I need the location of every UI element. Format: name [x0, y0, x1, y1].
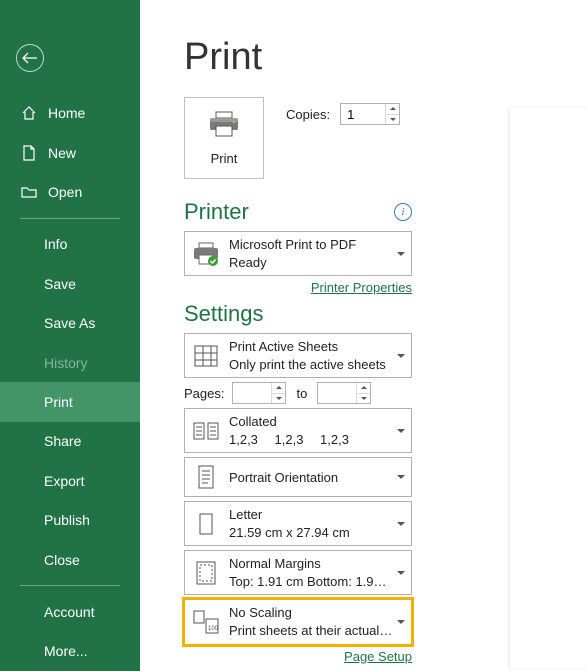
printer-device-icon	[191, 239, 221, 269]
sidebar-item-label: Save As	[44, 315, 95, 331]
chevron-down-icon	[397, 475, 405, 479]
scaling-sub: Print sheets at their actual size	[229, 622, 393, 640]
main-content: Print Print Copies: Printer i	[140, 0, 586, 671]
page-setup-link[interactable]: Page Setup	[344, 649, 412, 664]
page-icon	[191, 509, 221, 539]
sidebar-item-more[interactable]: More...	[0, 632, 140, 671]
chevron-down-icon	[397, 252, 405, 256]
print-what-sub: Only print the active sheets	[229, 356, 393, 374]
sidebar-item-label: History	[44, 355, 88, 371]
chevron-down-icon	[397, 620, 405, 624]
chevron-down-icon	[397, 429, 405, 433]
paper-title: Letter	[229, 506, 393, 524]
sidebar-item-print[interactable]: Print	[0, 382, 140, 421]
margins-sub: Top: 1.91 cm Bottom: 1.91 c...	[229, 573, 393, 591]
sidebar-item-history: History	[0, 343, 140, 382]
margins-title: Normal Margins	[229, 555, 393, 573]
sidebar-item-label: Account	[44, 604, 95, 620]
sidebar-item-label: Open	[48, 184, 82, 200]
chevron-down-icon	[397, 354, 405, 358]
printer-dropdown[interactable]: Microsoft Print to PDF Ready	[184, 231, 412, 276]
pages-to-input[interactable]	[318, 383, 356, 403]
scaling-dropdown[interactable]: 100 No Scaling Print sheets at their act…	[184, 599, 412, 644]
pages-from-down[interactable]	[272, 394, 285, 404]
open-icon	[20, 185, 38, 199]
paper-sub: 21.59 cm x 27.94 cm	[229, 524, 393, 542]
page-title: Print	[184, 36, 586, 79]
home-icon	[20, 105, 38, 121]
pages-to-up[interactable]	[357, 383, 370, 394]
printer-section-header: Printer	[184, 199, 249, 225]
printer-icon	[207, 110, 241, 143]
sidebar-item-label: Close	[44, 552, 80, 568]
orientation-dropdown[interactable]: Portrait Orientation	[184, 457, 412, 497]
print-what-title: Print Active Sheets	[229, 338, 393, 356]
orientation-title: Portrait Orientation	[229, 469, 393, 487]
sidebar-item-open[interactable]: Open	[0, 172, 140, 211]
sidebar-item-label: Publish	[44, 512, 90, 528]
collate-sub: 1,2,3 1,2,3 1,2,3	[229, 431, 393, 449]
sidebar-item-account[interactable]: Account	[0, 592, 140, 631]
pages-to-down[interactable]	[357, 394, 370, 404]
pages-from-input[interactable]	[233, 383, 271, 403]
sidebar-item-label: Share	[44, 433, 81, 449]
sidebar-item-export[interactable]: Export	[0, 461, 140, 500]
margins-icon	[191, 558, 221, 588]
sheets-icon	[191, 341, 221, 371]
sidebar-item-label: Home	[48, 105, 85, 121]
paper-size-dropdown[interactable]: Letter 21.59 cm x 27.94 cm	[184, 501, 412, 546]
scaling-icon: 100	[191, 607, 221, 637]
chevron-down-icon	[397, 522, 405, 526]
back-button[interactable]	[16, 44, 44, 72]
sidebar: Home New Open Info Save Save As History …	[0, 0, 140, 671]
pages-from-spinbox[interactable]	[232, 382, 286, 404]
collate-dropdown[interactable]: Collated 1,2,3 1,2,3 1,2,3	[184, 408, 412, 453]
copies-spin-up[interactable]	[386, 104, 399, 115]
sidebar-item-label: Info	[44, 236, 67, 252]
margins-dropdown[interactable]: Normal Margins Top: 1.91 cm Bottom: 1.91…	[184, 550, 412, 595]
sidebar-item-save[interactable]: Save	[0, 264, 140, 303]
collate-icon	[191, 416, 221, 446]
print-button[interactable]: Print	[184, 97, 264, 179]
pages-from-up[interactable]	[272, 383, 285, 394]
settings-section-header: Settings	[184, 301, 264, 327]
print-what-dropdown[interactable]: Print Active Sheets Only print the activ…	[184, 333, 412, 378]
sidebar-item-new[interactable]: New	[0, 133, 140, 172]
sidebar-item-label: Print	[44, 394, 73, 410]
sidebar-item-info[interactable]: Info	[0, 225, 140, 264]
sidebar-item-save-as[interactable]: Save As	[0, 304, 140, 343]
print-button-label: Print	[211, 151, 238, 166]
portrait-icon	[191, 462, 221, 492]
pages-label: Pages:	[184, 386, 224, 401]
scaling-title: No Scaling	[229, 604, 393, 622]
chevron-down-icon	[397, 571, 405, 575]
sidebar-item-label: New	[48, 145, 76, 161]
copies-input[interactable]	[341, 104, 385, 124]
sidebar-item-label: More...	[44, 643, 88, 659]
copies-label: Copies:	[286, 107, 330, 122]
printer-status: Ready	[229, 254, 393, 272]
printer-info-icon[interactable]: i	[394, 203, 412, 221]
sidebar-item-label: Save	[44, 276, 76, 292]
copies-spinbox[interactable]	[340, 103, 400, 125]
new-icon	[20, 145, 38, 161]
collate-title: Collated	[229, 413, 393, 431]
pages-to-spinbox[interactable]	[317, 382, 371, 404]
pages-to-label: to	[296, 386, 307, 401]
sidebar-item-close[interactable]: Close	[0, 540, 140, 579]
sidebar-item-home[interactable]: Home	[0, 94, 140, 133]
sidebar-separator	[20, 218, 120, 219]
sidebar-item-label: Export	[44, 473, 84, 489]
sidebar-separator	[20, 585, 120, 586]
sidebar-item-publish[interactable]: Publish	[0, 501, 140, 540]
svg-text:100: 100	[208, 626, 219, 632]
sidebar-item-share[interactable]: Share	[0, 422, 140, 461]
printer-name: Microsoft Print to PDF	[229, 236, 393, 254]
copies-spin-down[interactable]	[386, 115, 399, 125]
printer-properties-link[interactable]: Printer Properties	[311, 280, 412, 295]
